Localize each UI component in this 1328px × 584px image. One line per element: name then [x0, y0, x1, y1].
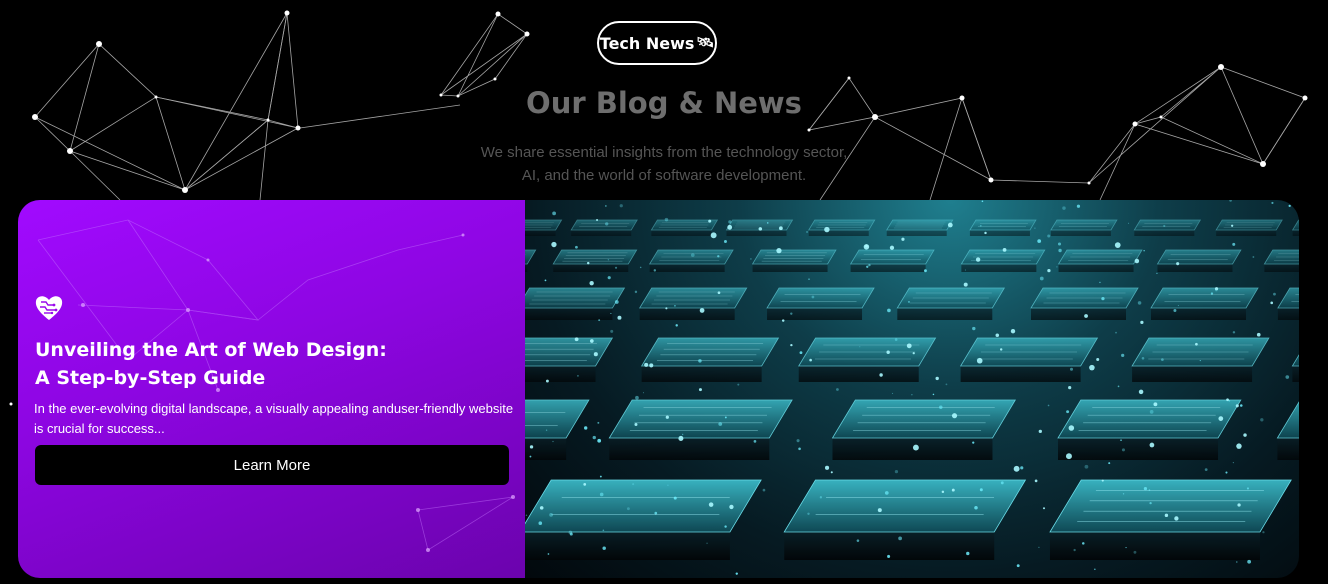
learn-more-button[interactable]: Learn More: [35, 445, 509, 485]
section-subtitle: We share essential insights from the tec…: [0, 141, 1328, 187]
post-title-line-2: A Step-by-Step Guide: [35, 367, 266, 389]
post-title-line-1: Unveiling the Art of Web Design:: [35, 339, 387, 361]
post-title: Unveiling the Art of Web Design: A Step-…: [35, 336, 387, 392]
post-excerpt: In the ever-evolving digital landscape, …: [34, 401, 514, 436]
circuit-board-artwork: [525, 200, 1299, 575]
subtitle-line-1: We share essential insights from the tec…: [480, 144, 848, 161]
featured-post-content: Unveiling the Art of Web Design: A Step-…: [18, 200, 525, 578]
section-title: Our Blog & News: [526, 86, 802, 120]
heart-circuit-icon: [35, 296, 63, 320]
subtitle-line-2: AI, and the world of software developmen…: [521, 167, 807, 184]
tech-news-badge[interactable]: Tech News 🛰: [597, 21, 717, 65]
satellite-icon: 🛰: [696, 35, 715, 51]
featured-post-card: Unveiling the Art of Web Design: A Step-…: [18, 200, 1299, 578]
badge-label: Tech News: [599, 33, 695, 53]
circuit-board-hero-image: [525, 200, 1299, 578]
